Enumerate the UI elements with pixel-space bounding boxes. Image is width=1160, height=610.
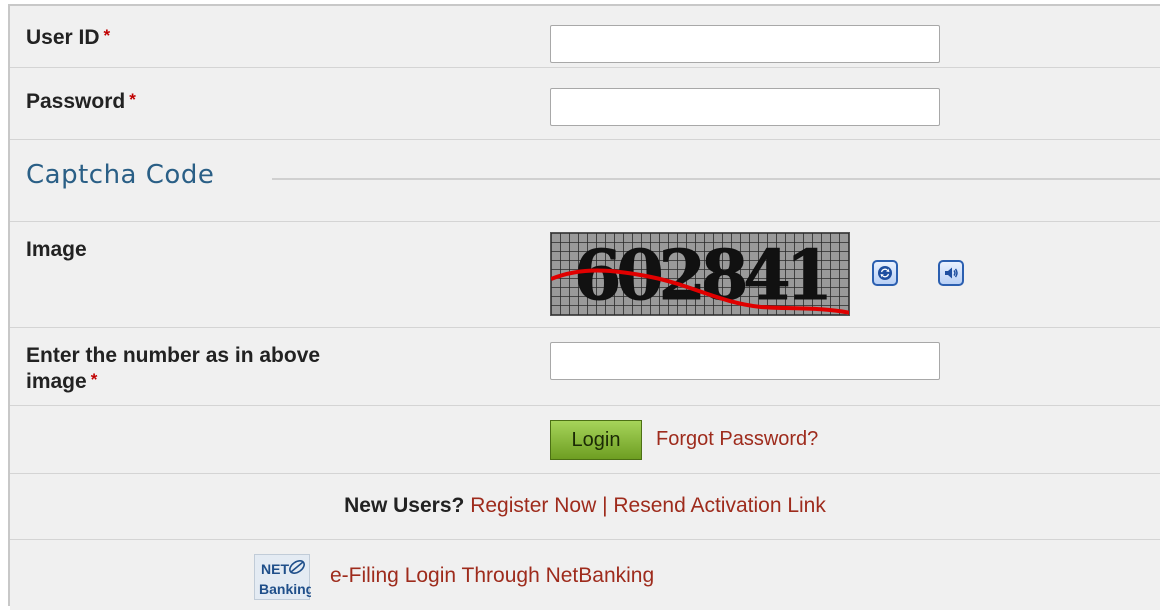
speaker-icon[interactable] [938, 260, 964, 286]
captcha-image: 602841 [550, 232, 850, 316]
user-id-input[interactable] [550, 25, 940, 63]
user-id-row: User ID * [10, 6, 1160, 68]
new-users-row: New Users? Register Now | Resend Activat… [10, 474, 1160, 540]
refresh-icon[interactable] [872, 260, 898, 286]
legend-divider [272, 178, 1160, 180]
svg-text:Banking: Banking [259, 581, 311, 597]
forgot-password-link[interactable]: Forgot Password? [656, 428, 818, 451]
required-asterisk: * [103, 26, 111, 45]
captcha-input-row: Enter the number as in above image * [10, 328, 1160, 406]
new-users-prefix: New Users? [344, 494, 465, 517]
netbanking-login-link[interactable]: e-Filing Login Through NetBanking [330, 564, 654, 588]
password-row: Password * [10, 68, 1160, 140]
register-now-link[interactable]: Register Now [470, 494, 596, 517]
captcha-input[interactable] [550, 342, 940, 380]
password-input[interactable] [550, 88, 940, 126]
login-form: User ID* Password* Captcha Code Image [8, 4, 1160, 610]
required-asterisk: * [129, 90, 136, 109]
image-label: Image [26, 238, 87, 261]
user-id-label: User ID * [26, 26, 111, 49]
captcha-section: Captcha Code [10, 140, 1160, 222]
actions-row: Login Forgot Password? [10, 406, 1160, 474]
captcha-image-row: Image 602841 [10, 222, 1160, 328]
captcha-graphic: 602841 [551, 233, 849, 316]
netbanking-logo[interactable]: NET Banking [254, 554, 314, 600]
netbanking-row: NET Banking e-Filing Login Through NetBa… [10, 540, 1160, 610]
svg-text:NET: NET [261, 561, 289, 577]
resend-activation-link[interactable]: Resend Activation Link [613, 494, 825, 517]
captcha-input-label: Enter the number as in above image * [26, 344, 321, 393]
required-asterisk: * [90, 370, 98, 389]
password-label: Password * [26, 90, 136, 113]
captcha-legend: Captcha Code [26, 160, 215, 190]
login-button[interactable]: Login [550, 420, 642, 460]
new-users-line: New Users? Register Now | Resend Activat… [10, 494, 1160, 518]
captcha-text: 602841 [574, 236, 828, 316]
link-separator: | [602, 494, 608, 517]
